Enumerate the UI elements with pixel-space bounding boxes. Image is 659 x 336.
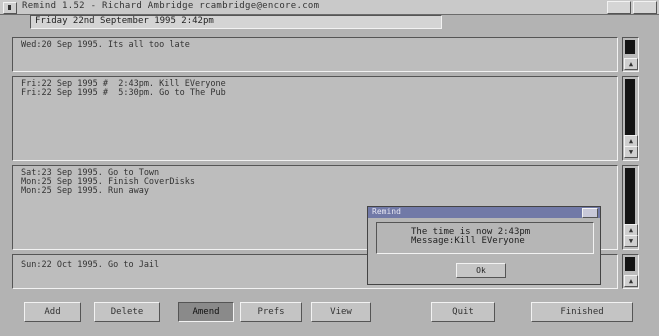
scrollbar-past[interactable]: ▲ <box>622 37 639 72</box>
list-item[interactable]: Sun:22 Oct 1995. Go to Jail <box>21 261 159 270</box>
dialog-titlebar[interactable]: Remind <box>368 207 600 218</box>
scroll-down-arrow-icon[interactable]: ▼ <box>624 146 638 158</box>
dialog-depth-gadget-icon[interactable] <box>582 208 598 218</box>
scroll-arrow-icon[interactable]: ▲ <box>624 58 638 70</box>
reminder-list-past[interactable]: Wed:20 Sep 1995. Its all too late <box>12 37 618 72</box>
scroll-knob[interactable] <box>625 168 635 224</box>
prefs-button[interactable]: Prefs <box>240 302 302 322</box>
quit-button[interactable]: Quit <box>431 302 495 322</box>
dialog-ok-button[interactable]: Ok <box>456 263 506 278</box>
scroll-down-arrow-icon[interactable]: ▼ <box>624 235 638 247</box>
dialog-message-text: Message:Kill EVeryone <box>411 236 525 246</box>
finished-button[interactable]: Finished <box>531 302 633 322</box>
zoom-gadget-icon[interactable] <box>633 1 657 14</box>
amend-button[interactable]: Amend <box>178 302 234 322</box>
scrollbar-today[interactable]: ▲ ▼ <box>622 76 639 161</box>
list-item[interactable]: Fri:22 Sep 1995 # 2:43pm. Kill EVeryone … <box>21 80 226 98</box>
scrollbar-future[interactable]: ▲ <box>622 254 639 289</box>
dialog-title: Remind <box>372 207 401 216</box>
window-title: Remind 1.52 - Richard Ambridge rcambridg… <box>22 1 320 11</box>
current-date-field: Friday 22nd September 1995 2:42pm <box>30 15 442 29</box>
close-gadget-icon[interactable] <box>3 2 17 14</box>
scrollbar-upcoming[interactable]: ▲ ▼ <box>622 165 639 250</box>
depth-gadget-icon[interactable] <box>607 1 631 14</box>
list-item[interactable]: Wed:20 Sep 1995. Its all too late <box>21 41 190 50</box>
view-button[interactable]: View <box>311 302 371 322</box>
dialog-message-box: The time is now 2:43pm Message:Kill EVer… <box>376 222 594 254</box>
list-item[interactable]: Sat:23 Sep 1995. Go to Town Mon:25 Sep 1… <box>21 169 195 196</box>
current-date-text: Friday 22nd September 1995 2:42pm <box>35 16 214 26</box>
add-button[interactable]: Add <box>24 302 81 322</box>
scroll-knob[interactable] <box>625 79 635 135</box>
scroll-arrow-icon[interactable]: ▲ <box>624 275 638 287</box>
reminder-list-today[interactable]: Fri:22 Sep 1995 # 2:43pm. Kill EVeryone … <box>12 76 618 161</box>
reminder-alert-dialog[interactable]: Remind The time is now 2:43pm Message:Ki… <box>367 206 601 285</box>
scroll-knob[interactable] <box>625 257 635 271</box>
window-titlebar[interactable]: Remind 1.52 - Richard Ambridge rcambridg… <box>0 0 659 15</box>
delete-button[interactable]: Delete <box>94 302 160 322</box>
scroll-knob[interactable] <box>625 40 635 54</box>
